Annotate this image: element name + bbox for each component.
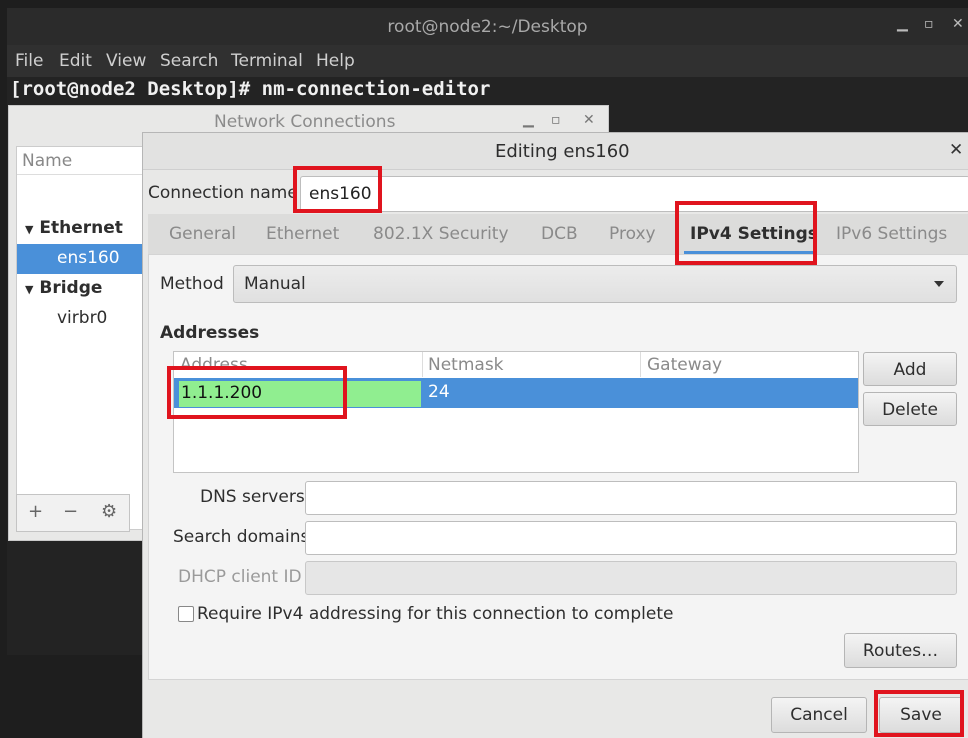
expander-down-icon[interactable]: ▼ <box>25 223 33 236</box>
method-label: Method <box>160 274 224 294</box>
terminal-prompt: [root@node2 Desktop]# nm-connection-edit… <box>10 78 491 100</box>
column-netmask[interactable]: Netmask <box>428 355 504 375</box>
editing-dialog: Editing ens160 ✕ Connection name ens160 … <box>142 132 968 738</box>
tab-8021x-security[interactable]: 802.1X Security <box>373 224 509 244</box>
expander-down-icon[interactable]: ▼ <box>25 283 33 296</box>
require-ipv4-checkbox[interactable] <box>178 606 194 622</box>
routes-button-label: Routes… <box>862 641 939 661</box>
delete-button[interactable]: Delete <box>863 392 957 426</box>
require-ipv4-label[interactable]: Require IPv4 addressing for this connect… <box>197 604 673 624</box>
column-divider <box>422 352 423 377</box>
tab-bar: General Ethernet 802.1X Security DCB Pro… <box>148 214 968 255</box>
menu-terminal[interactable]: Terminal <box>231 51 303 71</box>
list-item-virbr0[interactable]: virbr0 <box>57 308 107 328</box>
addresses-label: Addresses <box>160 323 260 343</box>
netmask-value[interactable]: 24 <box>428 382 450 402</box>
cancel-button-label: Cancel <box>790 705 848 725</box>
tab-dcb[interactable]: DCB <box>541 224 578 244</box>
remove-connection-button[interactable]: − <box>63 501 78 522</box>
menu-help[interactable]: Help <box>316 51 355 71</box>
list-header-divider <box>17 174 151 175</box>
connection-name-input[interactable]: ens160 <box>300 176 968 212</box>
highlight-connection-name <box>293 166 382 213</box>
maximize-icon[interactable]: ▫ <box>924 16 934 32</box>
terminal-menubar: File Edit View Search Terminal Help <box>7 45 968 77</box>
list-header-name[interactable]: Name <box>22 151 72 171</box>
nc-close-icon[interactable]: ✕ <box>583 112 595 128</box>
close-icon[interactable]: ✕ <box>952 16 964 32</box>
method-dropdown[interactable]: Manual <box>233 265 957 303</box>
method-value: Manual <box>244 274 306 294</box>
search-domains-label: Search domains <box>173 527 310 547</box>
routes-button[interactable]: Routes… <box>844 633 957 668</box>
tab-proxy[interactable]: Proxy <box>609 224 656 244</box>
search-domains-input[interactable] <box>305 521 957 555</box>
menu-view[interactable]: View <box>106 51 146 71</box>
dhcp-client-id-input <box>305 561 957 595</box>
chevron-down-icon <box>934 281 944 287</box>
gear-icon[interactable]: ⚙ <box>101 501 117 522</box>
terminal-titlebar: root@node2:~/Desktop ▁ ▫ ✕ <box>7 8 968 45</box>
list-item-ens160[interactable]: ens160 <box>57 248 120 268</box>
nc-title: Network Connections <box>214 112 396 132</box>
highlight-address <box>167 366 347 419</box>
tab-ethernet[interactable]: Ethernet <box>266 224 339 244</box>
terminal-title: root@node2:~/Desktop <box>387 17 588 37</box>
cancel-button[interactable]: Cancel <box>771 697 867 733</box>
connection-name-label: Connection name <box>148 183 298 203</box>
menu-search[interactable]: Search <box>160 51 218 71</box>
delete-button-label: Delete <box>882 400 938 420</box>
connection-list[interactable]: Name ▼ Ethernet ens160 ▼ Bridge virbr0 <box>16 146 152 530</box>
dialog-title: Editing ens160 <box>495 141 630 162</box>
nc-toolbar: + − ⚙ <box>16 494 130 532</box>
highlight-ipv4-tab <box>675 201 817 265</box>
group-ethernet[interactable]: ▼ Ethernet <box>25 218 123 238</box>
dns-servers-input[interactable] <box>305 481 957 515</box>
nc-maximize-icon[interactable]: ▫ <box>551 112 561 128</box>
group-bridge[interactable]: ▼ Bridge <box>25 278 102 298</box>
add-button[interactable]: Add <box>863 352 957 386</box>
minimize-icon[interactable]: ▁ <box>897 16 908 32</box>
highlight-save <box>874 690 964 737</box>
menu-file[interactable]: File <box>15 51 43 71</box>
dhcp-client-id-label: DHCP client ID <box>178 567 302 587</box>
column-divider <box>640 352 641 377</box>
column-gateway[interactable]: Gateway <box>647 355 722 375</box>
tab-ipv6-settings[interactable]: IPv6 Settings <box>836 224 947 244</box>
nc-minimize-icon[interactable]: ▁ <box>523 112 534 128</box>
group-ethernet-label: Ethernet <box>39 218 123 238</box>
add-connection-button[interactable]: + <box>28 501 43 522</box>
group-bridge-label: Bridge <box>39 278 103 298</box>
add-button-label: Add <box>893 360 927 380</box>
menu-edit[interactable]: Edit <box>59 51 92 71</box>
dns-servers-label: DNS servers <box>200 487 305 507</box>
dialog-titlebar: Editing ens160 ✕ <box>143 133 968 170</box>
dialog-close-icon[interactable]: ✕ <box>949 140 963 160</box>
tab-general[interactable]: General <box>169 224 236 244</box>
